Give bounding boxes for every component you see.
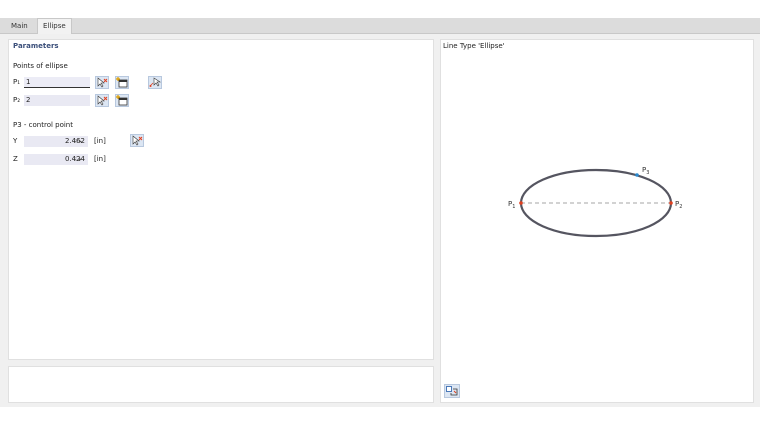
preview-options-button[interactable] bbox=[444, 384, 460, 398]
pick-node-p2-button[interactable] bbox=[95, 94, 109, 107]
pick-cursor-icon bbox=[97, 77, 108, 88]
z-label: Z bbox=[13, 155, 18, 163]
new-node-p1-button[interactable] bbox=[115, 76, 129, 89]
tab-main[interactable]: Main bbox=[6, 19, 33, 33]
new-node-icon bbox=[116, 95, 128, 106]
y-spinner-icon[interactable]: ⁝ ▸ bbox=[75, 136, 82, 147]
preview-title: Line Type 'Ellipse' bbox=[443, 42, 505, 50]
pick-cursor-icon bbox=[132, 135, 143, 146]
tab-bar: Main Ellipse bbox=[0, 18, 760, 34]
comment-panel bbox=[8, 366, 434, 403]
pick-cursor-icon bbox=[97, 95, 108, 106]
pick-multiple-icon bbox=[149, 77, 161, 87]
z-unit: [in] bbox=[94, 155, 106, 163]
y-unit: [in] bbox=[94, 137, 106, 145]
pick-ellipse-points-button[interactable] bbox=[148, 76, 162, 89]
points-of-ellipse-label: Points of ellipse bbox=[13, 62, 68, 70]
z-spinner-icon[interactable]: ⁝ ▸ bbox=[75, 154, 82, 165]
p3-point bbox=[635, 173, 639, 177]
p2-label: P₂ bbox=[13, 96, 21, 104]
pick-control-point-button[interactable] bbox=[130, 134, 144, 147]
p2-diagram-label: P2 bbox=[675, 200, 682, 210]
ellipse-diagram: P1 P2 P3 bbox=[508, 166, 682, 238]
p2-input[interactable]: 2 bbox=[24, 95, 90, 106]
pick-node-p1-button[interactable] bbox=[95, 76, 109, 89]
p1-diagram-label: P1 bbox=[508, 200, 515, 210]
new-node-p2-button[interactable] bbox=[115, 94, 129, 107]
p1-point bbox=[519, 201, 523, 205]
p2-point bbox=[669, 201, 673, 205]
new-node-icon bbox=[116, 77, 128, 88]
p3-diagram-label: P3 bbox=[642, 166, 649, 176]
parameters-title: Parameters bbox=[13, 42, 59, 50]
view-options-icon bbox=[446, 386, 458, 396]
y-label: Y bbox=[13, 137, 18, 145]
p1-label: P₁ bbox=[13, 78, 21, 86]
control-point-label: P3 - control point bbox=[13, 121, 73, 129]
tab-ellipse[interactable]: Ellipse bbox=[37, 18, 72, 34]
p1-input[interactable]: 1 bbox=[24, 77, 90, 88]
